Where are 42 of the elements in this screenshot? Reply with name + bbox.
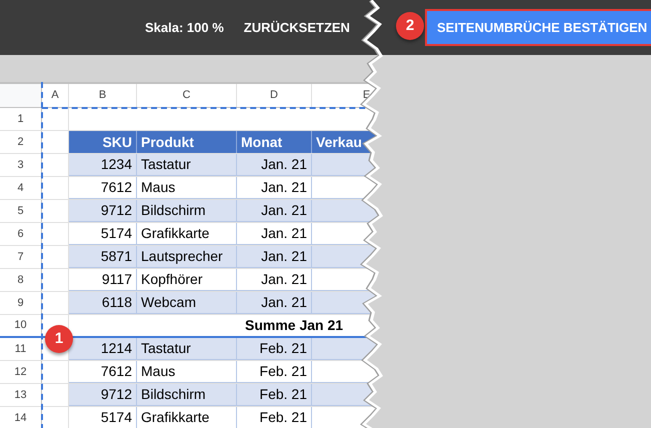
table-cell: Feb. 21 — [237, 384, 312, 406]
table-cell: 9712 — [69, 200, 137, 222]
table-cell: Tastatur — [137, 154, 237, 176]
table-cell: Bildschirm — [137, 384, 237, 406]
table-cell: Jan. 21 — [237, 200, 312, 222]
row-number: 7 — [0, 246, 42, 268]
table-cell: Jan. 21 — [237, 223, 312, 245]
table-cell: 5871 — [69, 246, 137, 268]
table-cell: 7612 — [69, 361, 137, 383]
table-cell: 7612 — [69, 177, 137, 199]
table-cell: Tastatur — [137, 338, 237, 360]
row-number: 13 — [0, 384, 42, 406]
column-header-cell: Produkt — [137, 131, 237, 153]
reset-button[interactable]: ZURÜCKSETZEN — [244, 18, 350, 38]
table-cell: Lautsprecher — [137, 246, 237, 268]
table-cell: 1214 — [69, 338, 137, 360]
table-cell: 9712 — [69, 384, 137, 406]
table-cell: Jan. 21 — [237, 269, 312, 291]
table-cell: Jan. 21 — [237, 177, 312, 199]
table-cell: Feb. 21 — [237, 338, 312, 360]
row-number: 3 — [0, 154, 42, 176]
table-cell: Maus — [137, 177, 237, 199]
table-cell: 9117 — [69, 269, 137, 291]
table-cell: Webcam — [137, 292, 237, 314]
row-number: 9 — [0, 292, 42, 314]
table-cell: Jan. 21 — [237, 292, 312, 314]
table-cell: Jan. 21 — [237, 246, 312, 268]
table-cell: Grafikkarte — [137, 223, 237, 245]
column-header-cell: Monat — [237, 131, 312, 153]
table-cell: Maus — [137, 361, 237, 383]
table-cell: Jan. 21 — [237, 154, 312, 176]
table-cell: Feb. 21 — [237, 361, 312, 383]
table-cell: Kopfhörer — [137, 269, 237, 291]
confirm-page-breaks-button[interactable]: SEITENUMBRÜCHE BESTÄTIGEN — [425, 9, 651, 46]
table-cell: 6118 — [69, 292, 137, 314]
table-cell: Bildschirm — [137, 200, 237, 222]
scale-label: Skala: 100 % — [145, 18, 224, 37]
column-header-cell: SKU — [69, 131, 137, 153]
row-number: 11 — [0, 338, 42, 360]
table-cell: 1234 — [69, 154, 137, 176]
row-number: 5 — [0, 200, 42, 222]
table-cell: 5174 — [69, 223, 137, 245]
